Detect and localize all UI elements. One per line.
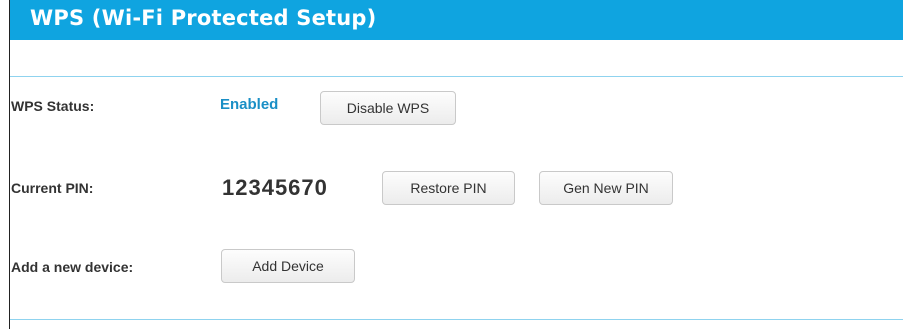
add-device-label: Add a new device: xyxy=(11,259,134,275)
page-title: WPS (Wi-Fi Protected Setup) xyxy=(30,6,377,30)
add-device-button[interactable]: Add Device xyxy=(221,249,355,283)
restore-pin-button[interactable]: Restore PIN xyxy=(382,171,515,205)
wps-status-label: WPS Status: xyxy=(11,98,95,114)
gen-new-pin-button[interactable]: Gen New PIN xyxy=(539,171,673,205)
bottom-divider xyxy=(10,319,903,320)
wps-panel: WPS (Wi-Fi Protected Setup) WPS Status: … xyxy=(9,0,903,329)
wps-status-value: Enabled xyxy=(220,96,279,113)
top-divider xyxy=(10,76,903,77)
disable-wps-button[interactable]: Disable WPS xyxy=(320,91,456,125)
current-pin-value: 12345670 xyxy=(222,175,328,200)
panel-header: WPS (Wi-Fi Protected Setup) xyxy=(10,0,903,40)
current-pin-label: Current PIN: xyxy=(11,180,94,196)
